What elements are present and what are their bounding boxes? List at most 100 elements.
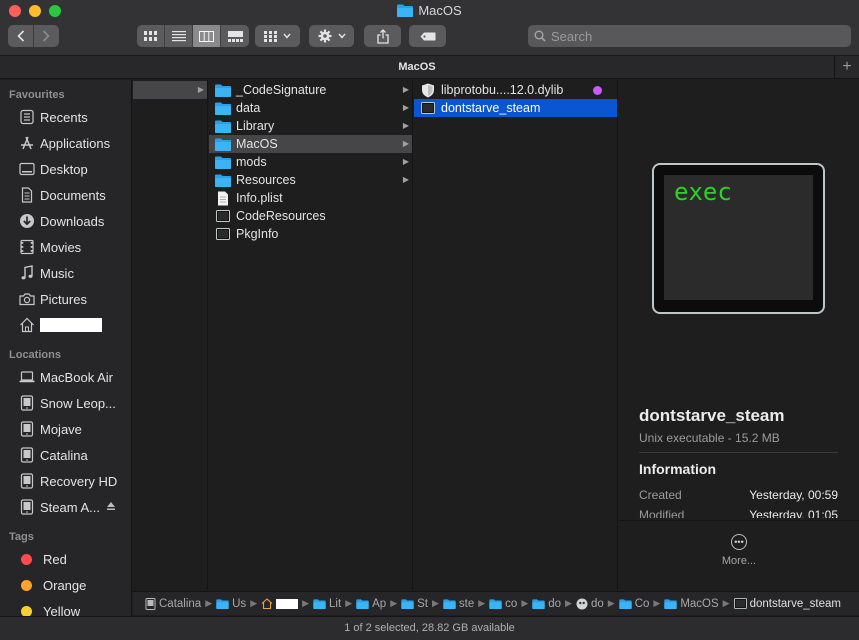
search-icon — [534, 30, 546, 42]
path-crumb[interactable]: do ▶ — [576, 598, 619, 610]
list-item-dontstarve-steam[interactable]: dontstarve_steam — [414, 99, 617, 117]
group-by-button[interactable] — [255, 25, 300, 47]
disk-icon — [18, 394, 36, 412]
path-crumb[interactable]: dontstarve_steam — [733, 598, 841, 610]
folder-icon — [313, 598, 326, 609]
share-button[interactable] — [364, 25, 401, 47]
search-field[interactable] — [528, 25, 851, 47]
sidebar-item-applications[interactable]: Applications — [0, 130, 131, 156]
sidebar-item-recovery-hd[interactable]: Recovery HD — [0, 468, 131, 494]
exec-file-icon — [215, 227, 231, 241]
path-bar: Catalina ▶ Us ▶ ▶ Lit ▶ Ap ▶ St ▶ ste ▶ co ▶ do… — [133, 591, 859, 615]
path-crumb[interactable]: ▶ — [261, 598, 313, 609]
list-item-libprotobuf[interactable]: libprotobu....12.0.dylib — [414, 81, 617, 99]
sidebar-item-macbook-air[interactable]: MacBook Air — [0, 364, 131, 390]
list-item-mods[interactable]: mods ▶ — [209, 153, 412, 171]
tab-macos[interactable]: MacOS — [0, 56, 835, 78]
sidebar-item-documents[interactable]: Documents — [0, 182, 131, 208]
modified-label: Modified — [639, 508, 685, 518]
sidebar-item-movies[interactable]: Movies — [0, 234, 131, 260]
sidebar-item-music[interactable]: Music — [0, 260, 131, 286]
sidebar-item-steam[interactable]: Steam A... — [0, 494, 131, 520]
path-crumb[interactable]: ste ▶ — [443, 598, 489, 610]
path-crumb[interactable]: MacOS ▶ — [664, 598, 733, 610]
search-input[interactable] — [551, 28, 831, 44]
window-title-text: MacOS — [418, 3, 462, 18]
chevron-right-icon: ▶ — [402, 85, 409, 94]
list-item-macos[interactable]: MacOS ▶ — [209, 135, 412, 153]
preview-file-kind: Unix executable - 15.2 MB — [639, 431, 780, 445]
music-icon — [18, 264, 36, 282]
created-row: Created Yesterday, 00:59 — [639, 488, 838, 502]
path-crumb[interactable]: Catalina ▶ — [145, 597, 216, 610]
exec-icon-text: exec — [674, 178, 732, 206]
chevron-right-icon: ▶ — [402, 121, 409, 130]
folder-icon — [215, 137, 231, 151]
path-crumb[interactable]: Ap ▶ — [356, 598, 401, 610]
chevron-right-icon: ▶ — [402, 139, 409, 148]
chevron-right-icon: ▶ — [565, 598, 572, 608]
list-item-library[interactable]: Library ▶ — [209, 117, 412, 135]
list-item-info-plist[interactable]: Info.plist — [209, 189, 412, 207]
path-crumb[interactable]: Us ▶ — [216, 598, 261, 610]
sidebar-tag-red[interactable]: Red — [0, 546, 131, 572]
list-item-selected-parent[interactable]: ▶ — [133, 81, 207, 99]
sidebar-tag-yellow[interactable]: Yellow — [0, 598, 131, 616]
edit-tags-button[interactable] — [409, 25, 446, 47]
action-menu-button[interactable] — [309, 25, 354, 47]
back-button[interactable] — [9, 25, 34, 47]
list-view-button[interactable] — [165, 25, 193, 47]
forward-button[interactable] — [34, 25, 59, 47]
path-crumb[interactable]: Lit ▶ — [313, 598, 356, 610]
list-item-coderesources[interactable]: CodeResources — [209, 207, 412, 225]
sidebar-item-snow-leopard[interactable]: Snow Leop... — [0, 390, 131, 416]
file-icon — [215, 191, 231, 205]
more-label: More... — [721, 555, 757, 567]
eject-icon[interactable] — [106, 501, 116, 514]
chevron-down-icon — [283, 33, 291, 39]
sidebar-tag-orange[interactable]: Orange — [0, 572, 131, 598]
path-crumb[interactable]: co ▶ — [489, 598, 532, 610]
orange-tag-dot-icon — [21, 579, 32, 591]
created-value: Yesterday, 00:59 — [749, 488, 838, 502]
tab-bar: MacOS + — [0, 56, 859, 79]
clock-icon — [18, 108, 36, 126]
column-view-button[interactable] — [193, 25, 221, 47]
laptop-icon — [18, 368, 36, 386]
ellipsis-icon: ••• — [731, 534, 747, 550]
path-crumb[interactable]: St ▶ — [401, 598, 443, 610]
list-item-codesignature[interactable]: _CodeSignature ▶ — [209, 81, 412, 99]
sidebar-item-home[interactable] — [0, 312, 131, 338]
new-tab-button[interactable]: + — [835, 56, 859, 78]
sidebar-item-recents[interactable]: Recents — [0, 104, 131, 130]
exec-file-icon — [215, 209, 231, 223]
sidebar-header-favourites: Favourites — [9, 89, 65, 101]
information-header: Information — [639, 461, 716, 477]
sidebar-item-downloads[interactable]: Downloads — [0, 208, 131, 234]
desktop-icon — [18, 160, 36, 178]
folder-icon — [215, 119, 231, 133]
preview-pane: exec dontstarve_steam Unix executable - … — [619, 80, 859, 590]
sidebar-item-pictures[interactable]: Pictures — [0, 286, 131, 312]
list-item-data[interactable]: data ▶ — [209, 99, 412, 117]
sidebar-item-mojave[interactable]: Mojave — [0, 416, 131, 442]
list-item-resources[interactable]: Resources ▶ — [209, 171, 412, 189]
disk-icon — [18, 472, 36, 490]
window-title: MacOS — [0, 3, 859, 20]
camera-icon — [18, 290, 36, 308]
folder-icon — [356, 598, 369, 609]
gallery-view-button[interactable] — [221, 25, 249, 47]
path-crumb[interactable]: Co ▶ — [619, 598, 665, 610]
more-button[interactable]: ••• More... — [619, 534, 859, 567]
sidebar-header-tags: Tags — [9, 531, 34, 543]
list-item-pkginfo[interactable]: PkgInfo — [209, 225, 412, 243]
folder-icon — [532, 598, 545, 609]
sidebar-item-catalina[interactable]: Catalina — [0, 442, 131, 468]
path-crumb[interactable]: do ▶ — [532, 598, 576, 610]
exec-file-icon — [733, 598, 747, 609]
sidebar-item-desktop[interactable]: Desktop — [0, 156, 131, 182]
chevron-right-icon — [42, 30, 50, 42]
red-tag-dot-icon — [21, 553, 32, 565]
icon-view-button[interactable] — [137, 25, 165, 47]
redacted-username — [40, 318, 102, 332]
